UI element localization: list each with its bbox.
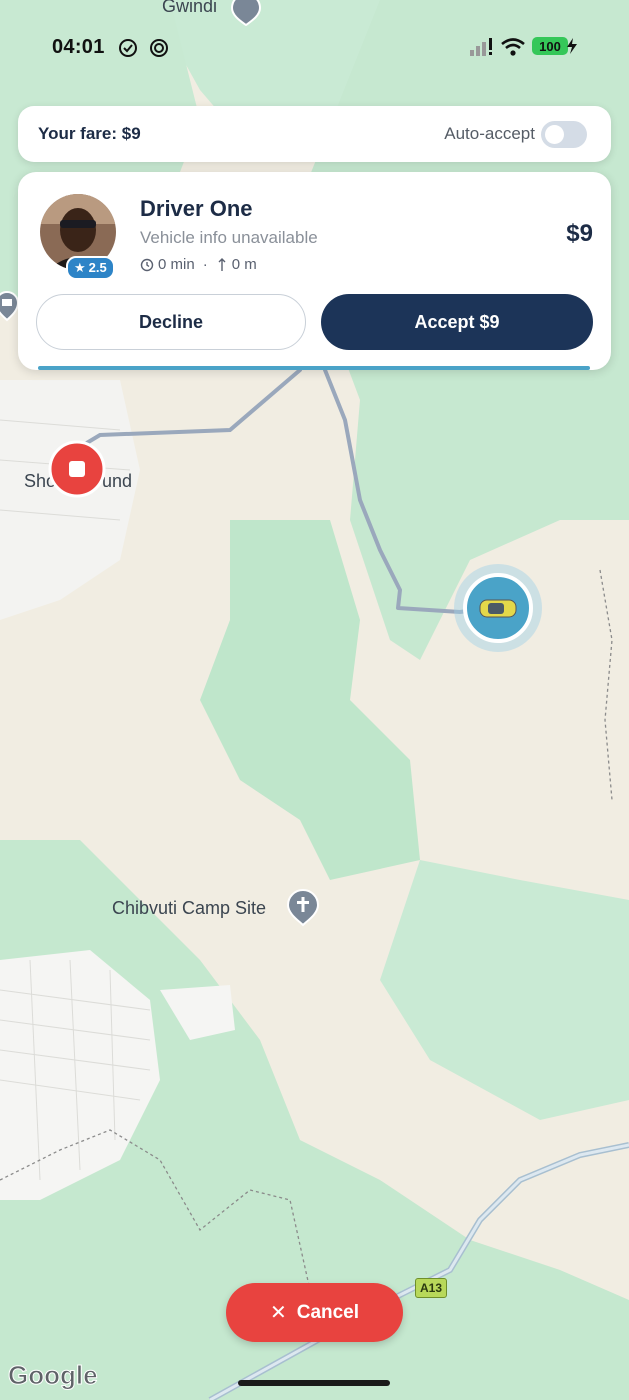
signal-icon: [470, 38, 492, 56]
rating-badge: ★ 2.5: [66, 256, 115, 280]
your-fare-label: Your fare: $9: [38, 124, 141, 143]
rating-value: 2.5: [88, 260, 107, 275]
charging-bolt-icon: [567, 38, 577, 54]
google-attribution: Google: [8, 1360, 99, 1391]
close-icon: ✕: [269, 1302, 287, 1324]
stop-marker-icon[interactable]: [48, 440, 106, 498]
map-label-camp-site: Chibvuti Camp Site: [112, 898, 267, 918]
offer-price: $9: [566, 220, 593, 247]
home-pin-icon: [0, 290, 20, 322]
fare-card: Your fare: $9 Auto-accept: [18, 106, 611, 162]
arrow-up-icon: [218, 257, 226, 271]
spiral-icon: [150, 39, 168, 57]
vehicle-info: Vehicle info unavailable: [140, 228, 318, 247]
clock-icon: [140, 258, 154, 271]
cancel-label: Cancel: [296, 1301, 360, 1323]
home-indicator: [238, 1380, 390, 1386]
offer-timer-progress: [38, 366, 590, 370]
auto-accept-toggle[interactable]: [541, 121, 587, 148]
road-shield-a13: A13: [415, 1278, 447, 1298]
check-circle-icon: [119, 39, 137, 57]
meta-separator: ·: [202, 256, 208, 273]
battery-icon: 100: [532, 37, 568, 55]
wifi-icon: [501, 38, 525, 56]
toggle-knob: [545, 125, 564, 144]
car-marker-icon[interactable]: [452, 564, 544, 656]
status-time: 04:01: [52, 36, 105, 58]
decline-button[interactable]: Decline: [36, 294, 306, 350]
cross-pin-icon: [286, 888, 320, 927]
driver-name: Driver One: [140, 196, 253, 221]
accept-button[interactable]: Accept $9: [321, 294, 593, 350]
status-bar: 04:01 100: [0, 0, 629, 90]
auto-accept-label: Auto-accept: [444, 124, 535, 143]
star-icon: ★: [74, 260, 86, 275]
map-label-place-left-b: und: [102, 471, 133, 491]
driver-offer-card: ★ 2.5 Driver One Vehicle info unavailabl…: [18, 172, 611, 370]
cancel-button[interactable]: ✕ Cancel: [226, 1283, 403, 1342]
battery-level: 100: [539, 38, 561, 54]
eta-value: 0 min: [158, 256, 195, 273]
trip-meta: 0 min · 0 m: [140, 256, 257, 273]
distance-value: 0 m: [231, 256, 257, 273]
